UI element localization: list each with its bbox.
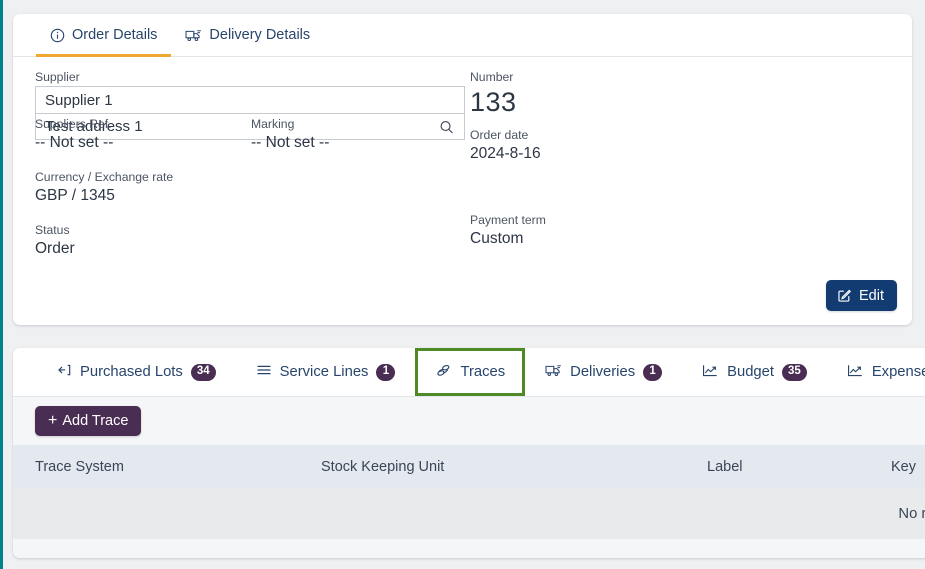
tab-order-details[interactable]: Order Details bbox=[36, 14, 172, 57]
list-lines-icon bbox=[256, 363, 272, 381]
suppliers-ref-label: Suppliers Ref. bbox=[35, 117, 112, 131]
section-tab-budget-label: Budget bbox=[727, 364, 775, 380]
plus-icon: + bbox=[48, 412, 58, 429]
order-right-column: Number 133 Order date 2024-8-16 Payment … bbox=[470, 69, 770, 249]
payment-term-field: Payment term Custom bbox=[470, 212, 770, 249]
column-header-label[interactable]: Label bbox=[707, 459, 742, 475]
order-date-label: Order date bbox=[470, 128, 529, 142]
number-label: Number bbox=[470, 70, 514, 84]
section-tab-budget-badge: 35 bbox=[782, 363, 807, 381]
status-value: Order bbox=[35, 240, 75, 257]
supplier-name-input[interactable]: Supplier 1 bbox=[35, 86, 465, 113]
ref-marking-row: Suppliers Ref. -- Not set -- Marking -- … bbox=[35, 116, 465, 153]
edit-button[interactable]: Edit bbox=[826, 280, 897, 311]
currency-value: GBP / 1345 bbox=[35, 187, 115, 204]
left-accent-rail bbox=[0, 0, 3, 569]
chart-line-icon bbox=[847, 363, 864, 382]
edit-icon bbox=[837, 288, 852, 303]
order-details-card: Order Details Delivery Details Supplier … bbox=[13, 14, 912, 325]
suppliers-ref-value: -- Not set -- bbox=[35, 134, 114, 151]
suppliers-ref-field: Suppliers Ref. -- Not set -- bbox=[35, 116, 251, 153]
traces-section-card: Purchased Lots 34 Service Lines 1 Traces… bbox=[13, 348, 925, 558]
traces-toolbar: + Add Trace bbox=[13, 397, 925, 445]
info-circle-icon bbox=[50, 28, 65, 43]
lot-arrow-icon bbox=[55, 363, 72, 382]
status-label: Status bbox=[35, 223, 70, 237]
section-tab-service-lines-label: Service Lines bbox=[279, 364, 369, 380]
currency-label: Currency / Exchange rate bbox=[35, 170, 174, 184]
supplier-label: Supplier bbox=[35, 70, 80, 84]
column-header-trace-system[interactable]: Trace System bbox=[35, 459, 124, 475]
supplier-name-value: Supplier 1 bbox=[45, 91, 113, 109]
truck-icon bbox=[185, 28, 202, 43]
traces-icon bbox=[435, 363, 452, 382]
marking-value: -- Not set -- bbox=[251, 134, 330, 151]
marking-field: Marking -- Not set -- bbox=[251, 116, 329, 153]
traces-empty-text: No results bbox=[898, 505, 925, 522]
section-tab-traces[interactable]: Traces bbox=[415, 348, 526, 396]
tab-delivery-details-label: Delivery Details bbox=[209, 27, 311, 43]
marking-label: Marking bbox=[251, 117, 295, 131]
section-tabstrip: Purchased Lots 34 Service Lines 1 Traces… bbox=[13, 348, 925, 397]
section-tab-deliveries-label: Deliveries bbox=[570, 364, 636, 380]
traces-table-header: Trace System Stock Keeping Unit Label Ke… bbox=[13, 445, 925, 488]
chart-line-icon bbox=[702, 363, 719, 382]
order-left-column: Suppliers Ref. -- Not set -- Marking -- … bbox=[35, 116, 465, 259]
edit-button-label: Edit bbox=[859, 287, 884, 304]
truck-icon bbox=[545, 363, 562, 382]
traces-table-footer bbox=[13, 539, 925, 558]
number-value: 133 bbox=[470, 87, 517, 117]
order-date-field: Order date 2024-8-16 bbox=[470, 127, 770, 164]
traces-empty-row: No results bbox=[13, 488, 925, 539]
order-details-body: Supplier Supplier 1 Test address 1 Suppl… bbox=[13, 57, 912, 325]
section-tab-deliveries[interactable]: Deliveries 1 bbox=[525, 348, 682, 396]
page-body: Order Details Delivery Details Supplier … bbox=[13, 0, 925, 569]
status-field: Status Order bbox=[35, 222, 465, 259]
section-tab-purchased-lots[interactable]: Purchased Lots 34 bbox=[35, 348, 236, 396]
currency-field: Currency / Exchange rate GBP / 1345 bbox=[35, 169, 465, 206]
column-header-key[interactable]: Key bbox=[891, 459, 916, 475]
section-tab-expenses-label: Expenses bbox=[871, 364, 925, 380]
payment-term-label: Payment term bbox=[470, 213, 546, 227]
section-tab-purchased-lots-badge: 34 bbox=[190, 363, 216, 381]
traces-table: Trace System Stock Keeping Unit Label Ke… bbox=[13, 445, 925, 558]
add-trace-button[interactable]: + Add Trace bbox=[35, 406, 142, 436]
app-page: Order Details Delivery Details Supplier … bbox=[0, 0, 925, 569]
detail-tabstrip: Order Details Delivery Details bbox=[13, 14, 912, 57]
tab-delivery-details[interactable]: Delivery Details bbox=[171, 14, 324, 56]
number-field: Number 133 bbox=[470, 69, 770, 118]
add-trace-button-label: Add Trace bbox=[62, 413, 129, 429]
section-tab-deliveries-badge: 1 bbox=[643, 363, 663, 381]
order-date-value: 2024-8-16 bbox=[470, 145, 541, 162]
payment-term-value: Custom bbox=[470, 230, 524, 247]
section-tab-purchased-lots-label: Purchased Lots bbox=[80, 364, 183, 380]
section-tab-expenses[interactable]: Expenses bbox=[827, 348, 925, 396]
section-tab-service-lines[interactable]: Service Lines 1 bbox=[236, 348, 416, 396]
section-tab-traces-label: Traces bbox=[460, 364, 506, 380]
tab-order-details-label: Order Details bbox=[72, 27, 158, 43]
section-tab-service-lines-badge: 1 bbox=[376, 363, 396, 381]
column-header-stock-keeping-unit[interactable]: Stock Keeping Unit bbox=[321, 459, 444, 475]
section-tab-budget[interactable]: Budget 35 bbox=[682, 348, 827, 396]
